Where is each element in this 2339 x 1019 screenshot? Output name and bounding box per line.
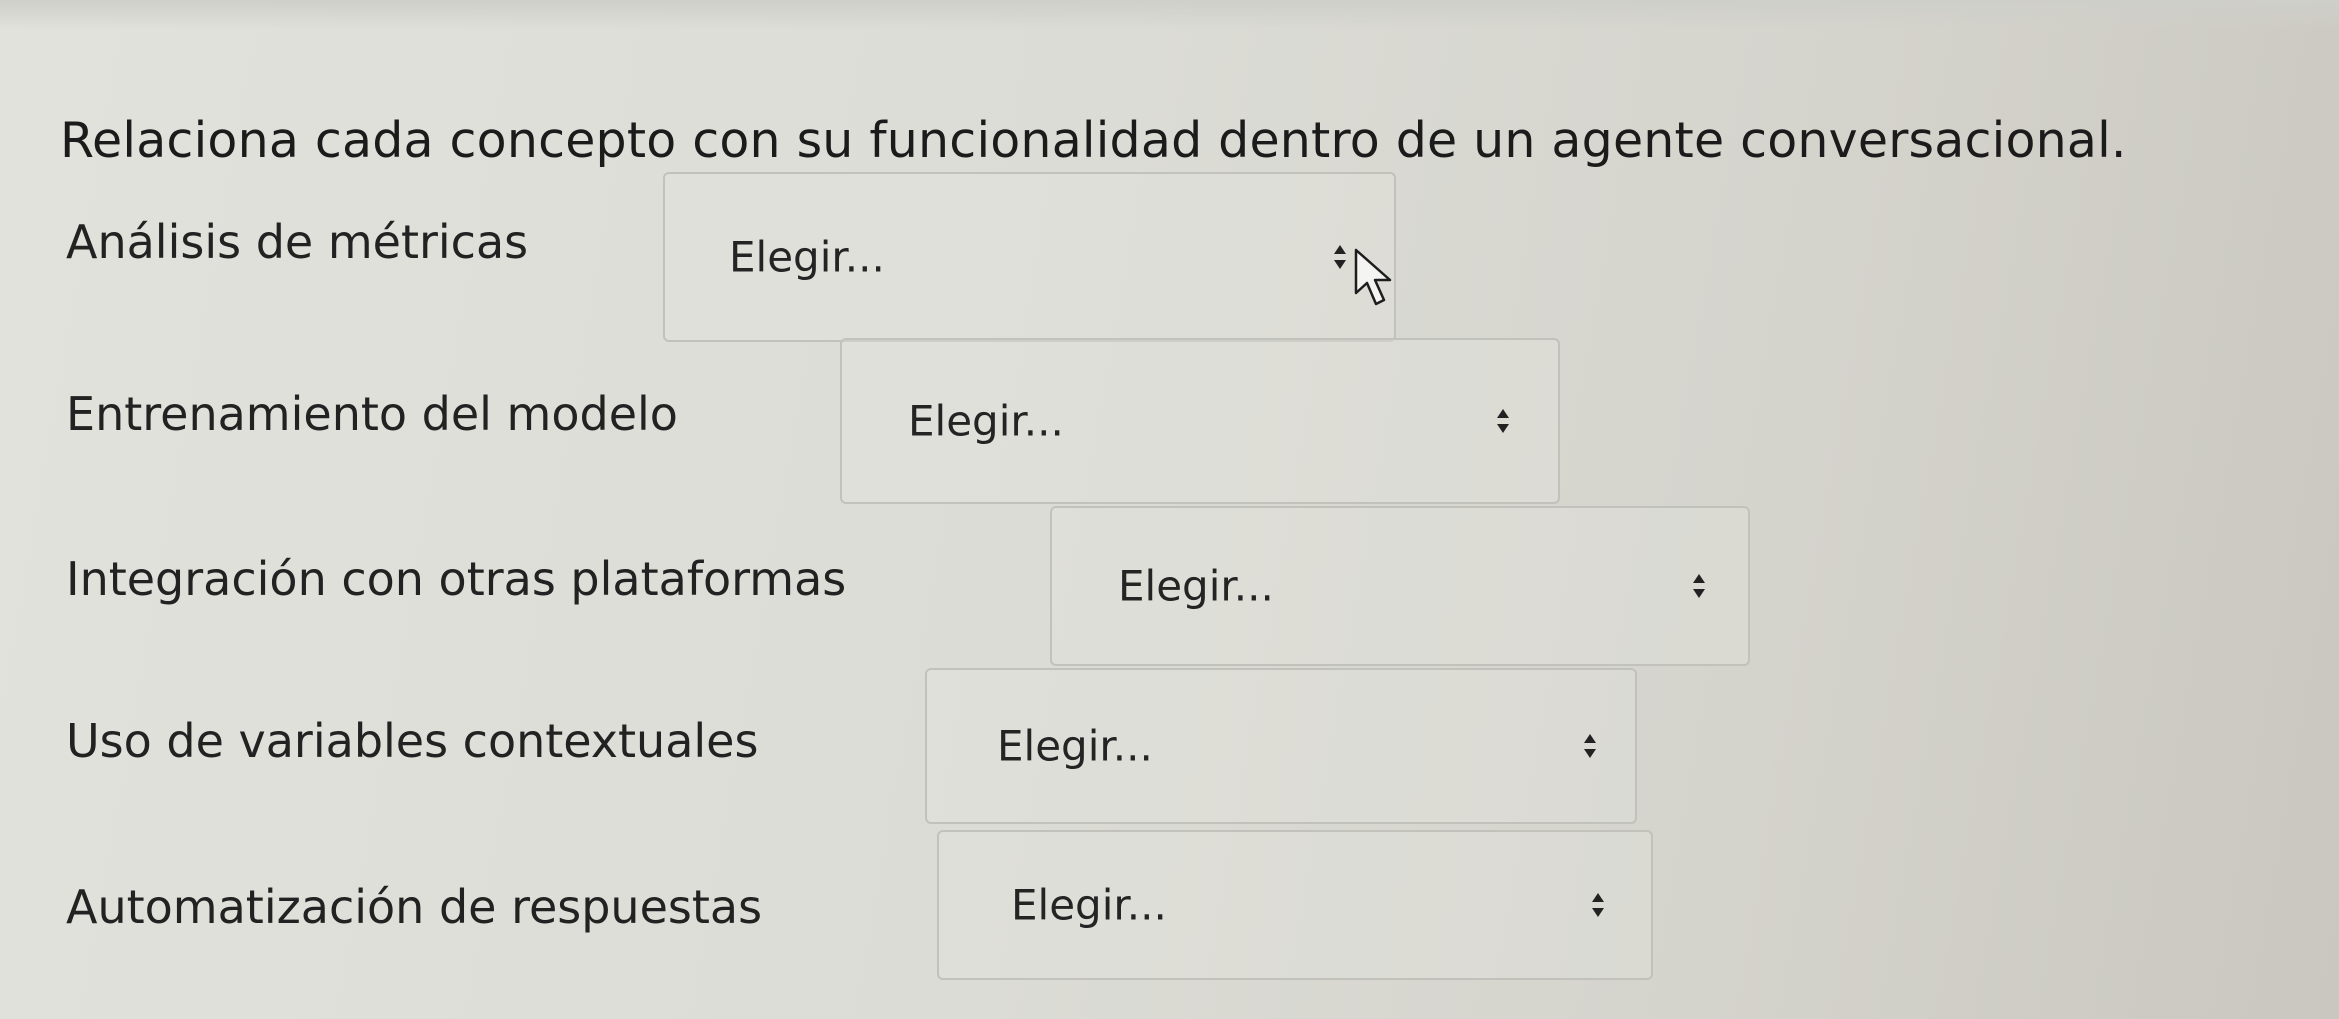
sort-arrows-icon	[1334, 245, 1346, 269]
select-value: Elegir...	[1011, 880, 1167, 930]
select-value: Elegir...	[1118, 561, 1274, 611]
question-text: Relaciona cada concepto con su funcional…	[60, 112, 2127, 169]
select-entrenamiento[interactable]: Elegir...	[840, 338, 1560, 504]
sort-arrows-icon	[1693, 574, 1705, 598]
select-metricas[interactable]: Elegir...	[663, 172, 1396, 342]
concept-label-variables: Uso de variables contextuales	[66, 714, 759, 768]
sort-arrows-icon	[1497, 409, 1509, 433]
select-integracion[interactable]: Elegir...	[1050, 506, 1750, 666]
select-automatizacion[interactable]: Elegir...	[937, 830, 1653, 980]
concept-label-automatizacion: Automatización de respuestas	[66, 880, 763, 934]
sort-arrows-icon	[1584, 734, 1596, 758]
sort-arrows-icon	[1592, 893, 1604, 917]
page-top-edge	[0, 0, 2339, 30]
select-value: Elegir...	[997, 721, 1153, 771]
select-variables[interactable]: Elegir...	[925, 668, 1637, 824]
concept-label-entrenamiento: Entrenamiento del modelo	[66, 387, 678, 441]
concept-label-metricas: Análisis de métricas	[66, 215, 529, 269]
mouse-pointer-icon	[1354, 248, 1392, 306]
concept-label-integracion: Integración con otras plataformas	[66, 552, 847, 606]
select-value: Elegir...	[908, 396, 1064, 446]
select-value: Elegir...	[729, 232, 885, 282]
